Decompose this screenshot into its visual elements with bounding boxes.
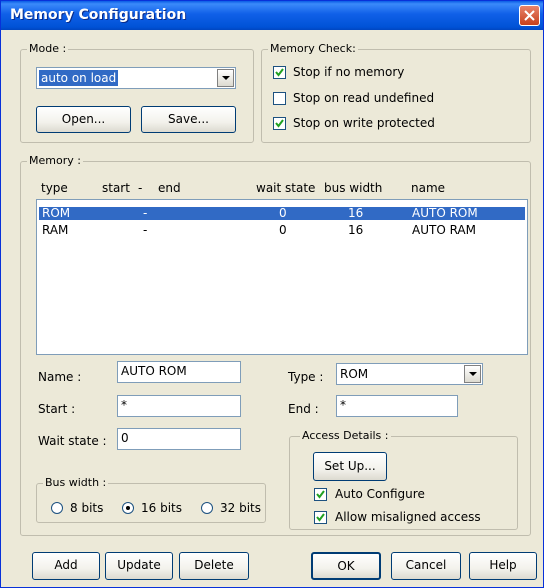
type-label: Type : bbox=[288, 370, 324, 384]
stop-if-no-memory-checkbox[interactable] bbox=[273, 66, 286, 79]
bus-16-bits-radio[interactable] bbox=[122, 502, 134, 514]
mode-group-label: Mode : bbox=[27, 42, 69, 55]
bus-16-bits-label: 16 bits bbox=[141, 501, 182, 515]
wait-state-label: Wait state : bbox=[38, 434, 107, 448]
update-button[interactable]: Update bbox=[105, 552, 173, 580]
wait-state-field[interactable]: 0 bbox=[117, 428, 241, 450]
row-type: RAM bbox=[42, 223, 69, 237]
auto-configure-checkbox[interactable] bbox=[314, 488, 327, 501]
table-row[interactable]: ROM - 0 16 AUTO ROM bbox=[39, 207, 525, 220]
memory-configuration-dialog: Memory Configuration Mode : auto on load… bbox=[0, 0, 544, 588]
ok-button[interactable]: OK bbox=[311, 552, 381, 580]
checkmark-icon bbox=[316, 490, 325, 499]
row-type: ROM bbox=[42, 206, 71, 220]
allow-misaligned-label: Allow misaligned access bbox=[335, 510, 481, 524]
name-label: Name : bbox=[38, 370, 82, 384]
stop-if-no-memory-label: Stop if no memory bbox=[293, 65, 405, 79]
stop-on-read-undefined-label: Stop on read undefined bbox=[293, 91, 435, 105]
stop-on-write-protected-checkbox[interactable] bbox=[273, 117, 286, 130]
row-wait: 0 bbox=[279, 206, 287, 220]
auto-configure-label: Auto Configure bbox=[335, 487, 425, 501]
bus-32-bits-label: 32 bits bbox=[220, 501, 261, 515]
column-wait-state: wait state bbox=[256, 181, 316, 195]
set-up-button[interactable]: Set Up... bbox=[313, 452, 387, 481]
row-bus: 16 bbox=[348, 206, 364, 220]
delete-button[interactable]: Delete bbox=[179, 552, 249, 580]
bus-32-bits-radio[interactable] bbox=[201, 502, 213, 514]
column-name: name bbox=[411, 181, 446, 195]
memory-list[interactable]: ROM - 0 16 AUTO ROM RAM - 0 16 AUTO RAM bbox=[36, 199, 528, 355]
checkmark-icon bbox=[275, 68, 284, 77]
type-select[interactable]: ROM bbox=[336, 363, 483, 385]
open-button[interactable]: Open... bbox=[36, 106, 131, 133]
end-field[interactable]: * bbox=[336, 395, 458, 417]
column-bus-width: bus width bbox=[324, 181, 383, 195]
end-label: End : bbox=[288, 402, 319, 416]
type-selected-value: ROM bbox=[340, 367, 369, 381]
save-button[interactable]: Save... bbox=[141, 106, 236, 133]
row-start: - bbox=[143, 206, 148, 220]
row-wait: 0 bbox=[279, 223, 287, 237]
bus-8-bits-label: 8 bits bbox=[70, 501, 104, 515]
chevron-down-icon bbox=[222, 76, 230, 80]
stop-on-read-undefined-checkbox[interactable] bbox=[273, 92, 286, 105]
cancel-button[interactable]: Cancel bbox=[391, 552, 461, 580]
title-bar[interactable]: Memory Configuration bbox=[1, 1, 543, 30]
memory-check-label: Memory Check: bbox=[268, 42, 358, 55]
bus-8-bits-radio[interactable] bbox=[51, 502, 63, 514]
window-title: Memory Configuration bbox=[10, 7, 187, 23]
table-row[interactable]: RAM - 0 16 AUTO RAM bbox=[39, 224, 525, 237]
access-details-label: Access Details : bbox=[300, 429, 391, 442]
row-bus: 16 bbox=[348, 223, 364, 237]
chevron-down-icon bbox=[469, 372, 477, 376]
column-dash: - bbox=[138, 181, 143, 195]
start-field[interactable]: * bbox=[117, 395, 241, 417]
row-name: AUTO ROM bbox=[412, 206, 478, 220]
mode-selected-value: auto on load bbox=[39, 70, 119, 86]
name-field[interactable]: AUTO ROM bbox=[117, 361, 241, 383]
close-icon bbox=[524, 10, 535, 21]
mode-dropdown-arrow[interactable] bbox=[217, 69, 234, 87]
memory-group-label: Memory : bbox=[27, 154, 83, 167]
radio-dot-icon bbox=[126, 506, 130, 510]
row-start: - bbox=[143, 223, 148, 237]
column-end: end bbox=[158, 181, 181, 195]
checkmark-icon bbox=[316, 513, 325, 522]
row-name: AUTO RAM bbox=[412, 223, 476, 237]
allow-misaligned-checkbox[interactable] bbox=[314, 511, 327, 524]
type-dropdown-arrow[interactable] bbox=[464, 365, 481, 383]
start-label: Start : bbox=[38, 402, 76, 416]
stop-on-write-protected-label: Stop on write protected bbox=[293, 116, 435, 130]
column-start: start bbox=[102, 181, 130, 195]
close-button[interactable] bbox=[519, 5, 540, 26]
column-type: type bbox=[41, 181, 68, 195]
checkmark-icon bbox=[275, 119, 284, 128]
bus-width-label: Bus width : bbox=[43, 476, 109, 489]
help-button[interactable]: Help bbox=[469, 552, 537, 580]
add-button[interactable]: Add bbox=[32, 552, 100, 580]
mode-select[interactable]: auto on load bbox=[36, 67, 236, 89]
